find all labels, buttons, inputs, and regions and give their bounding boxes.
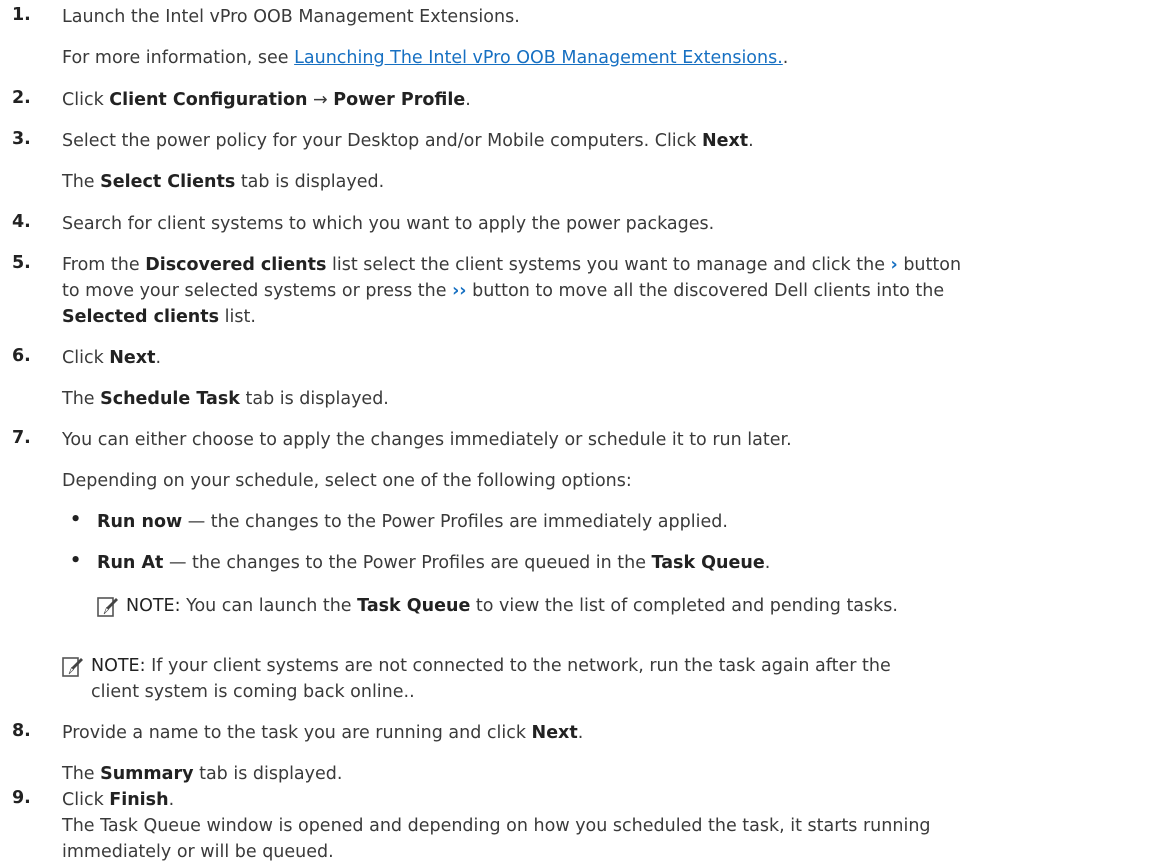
step-text-line3: Selected clients list. [62,307,256,327]
move-selected-chevron-icon: › [890,255,898,275]
step-text-line2: to move your selected systems or press t… [62,281,945,301]
step-text: Provide a name to the task you are runni… [62,723,584,743]
pencil-note-icon [62,657,83,677]
note-1: NOTE: You can launch the Task Queue to v… [126,596,898,616]
launching-extensions-link[interactable]: Launching The Intel vPro OOB Management … [294,48,783,68]
step-result: The Task Queue window is opened and depe… [62,816,931,836]
bullet-marker: • [70,510,82,530]
step-number: 6. [12,346,31,366]
step-result: The Select Clients tab is displayed. [62,172,385,192]
step-number: 3. [12,129,31,149]
step-result-line2: immediately or will be queued. [62,842,334,862]
step-text: Click Client Configuration → Power Profi… [62,90,471,110]
step-text: Launch the Intel vPro OOB Management Ext… [62,7,520,27]
step-more-info: For more information, see Launching The … [62,48,789,68]
step-text: Search for client systems to which you w… [62,214,715,234]
note-2: NOTE: If your client systems are not con… [91,656,891,676]
pencil-note-icon [97,597,118,617]
step-text: You can either choose to apply the chang… [62,430,792,450]
document-page: 1. Launch the Intel vPro OOB Management … [0,0,1172,865]
step-number: 9. [12,788,31,808]
step-result: The Schedule Task tab is displayed. [62,389,389,409]
option-run-at: Run At — the changes to the Power Profil… [97,553,771,573]
step-text: Select the power policy for your Desktop… [62,131,754,151]
step-number: 7. [12,428,31,448]
option-run-now: Run now — the changes to the Power Profi… [97,512,728,532]
bullet-marker: • [70,551,82,571]
step-number: 1. [12,5,31,25]
step-number: 2. [12,88,31,108]
step-text: From the Discovered clients list select … [62,255,962,275]
step-number: 8. [12,721,31,741]
step-number: 4. [12,212,31,232]
note-2-line2: client system is coming back online.. [91,682,415,702]
step-result: The Summary tab is displayed. [62,764,343,784]
step-number: 5. [12,253,31,273]
step-text-line2: Depending on your schedule, select one o… [62,471,632,491]
move-all-double-chevron-icon: ›› [452,281,467,301]
step-text: Click Next. [62,348,162,368]
step-text: Click Finish. [62,790,175,810]
